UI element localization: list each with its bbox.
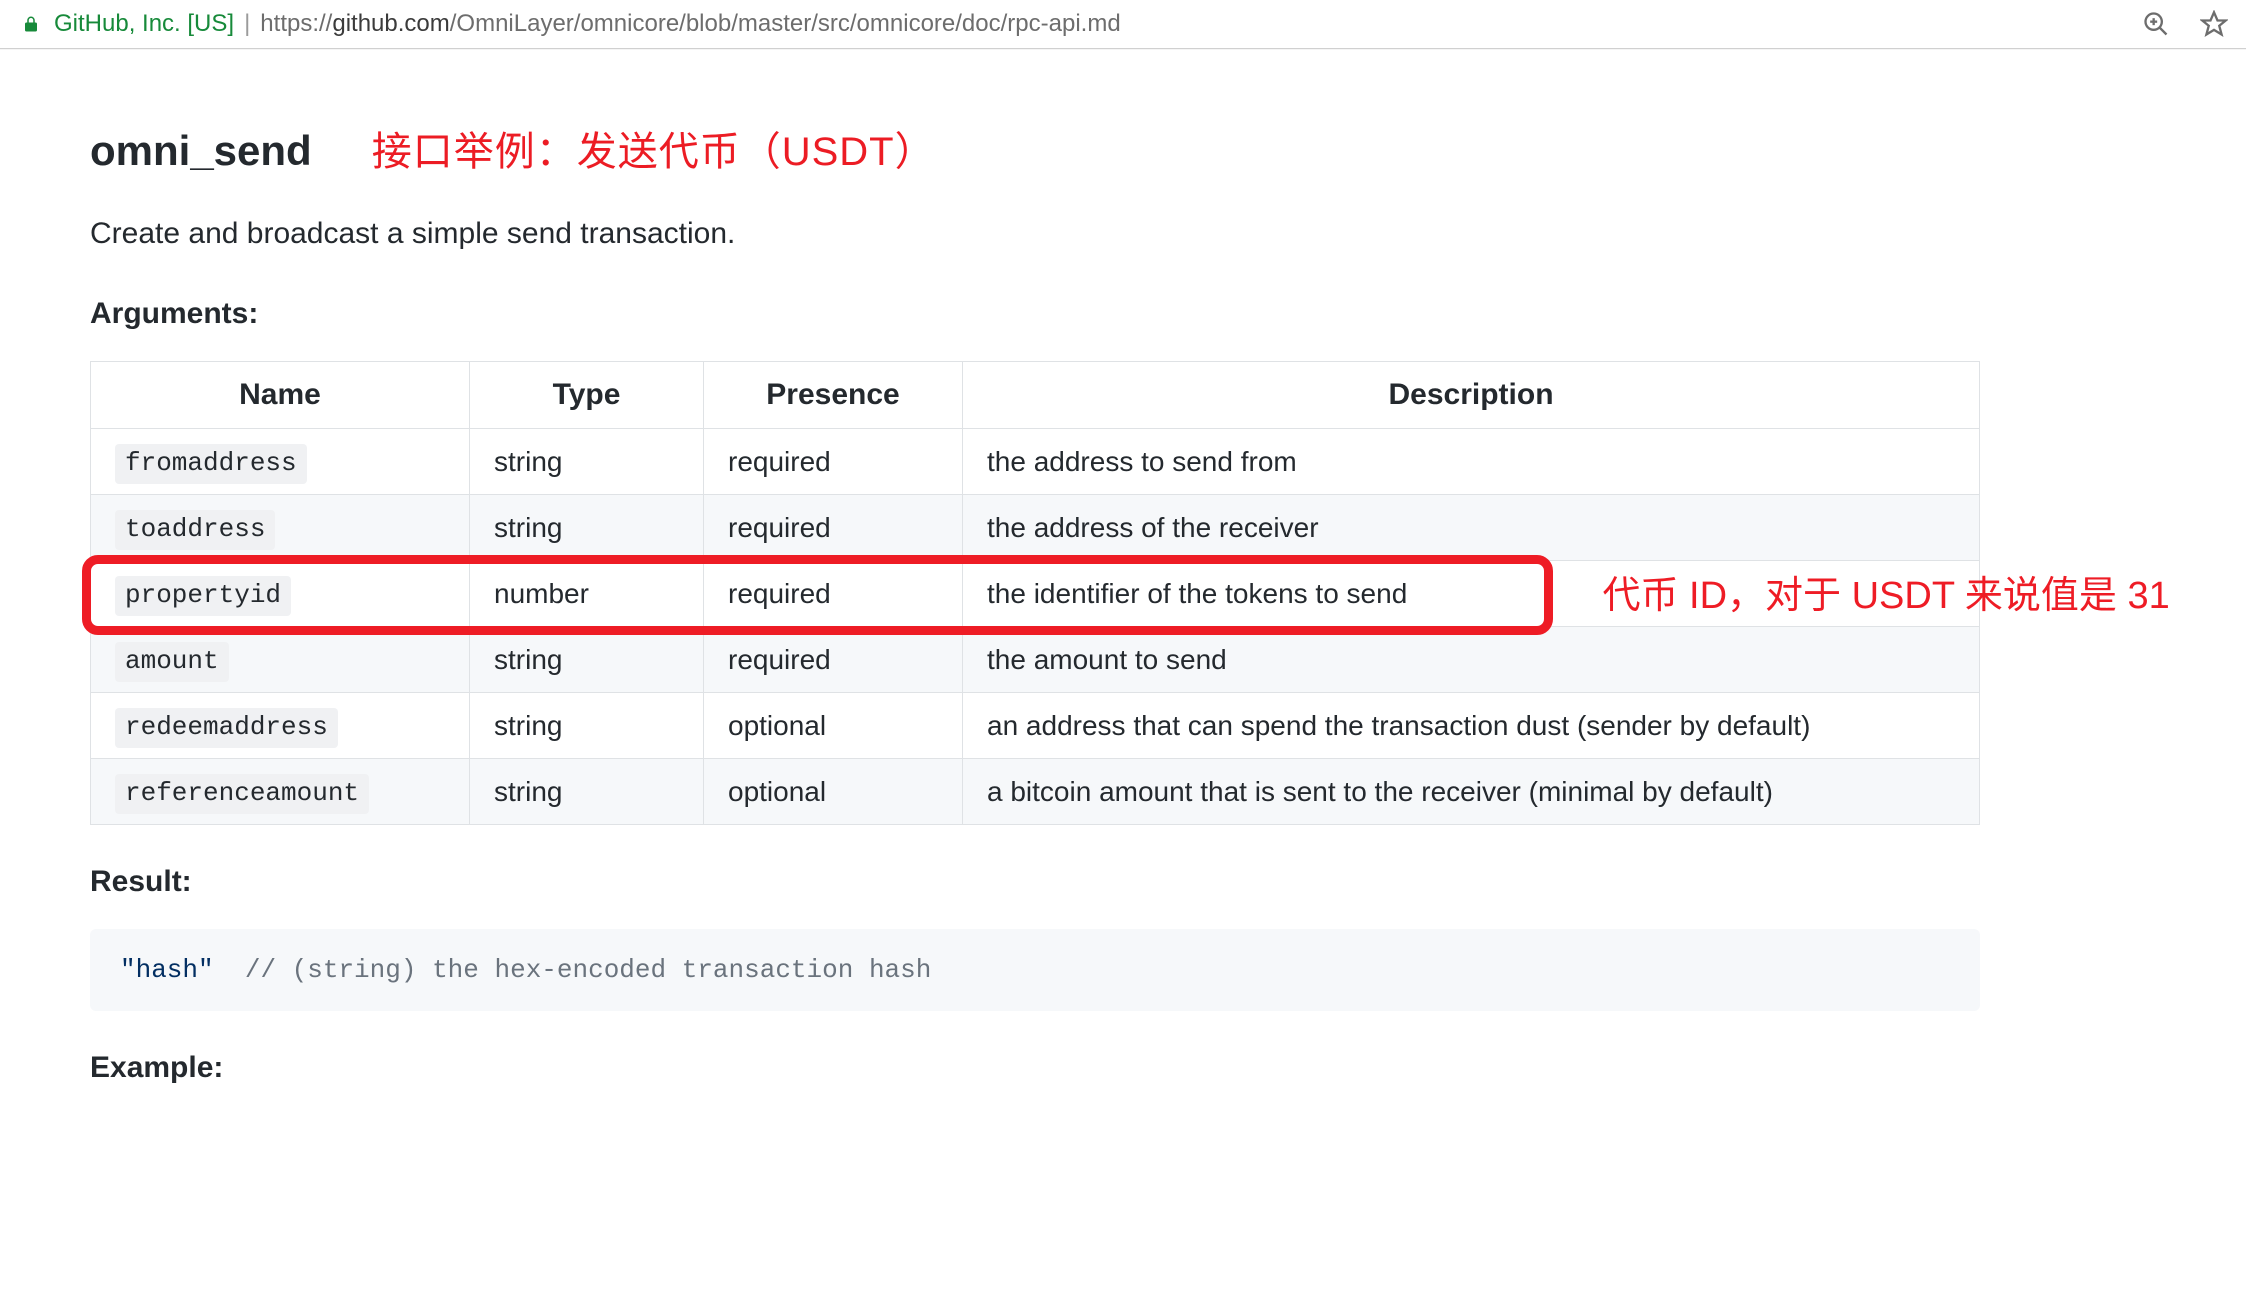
col-header-type: Type	[470, 362, 704, 429]
arg-type: string	[470, 627, 704, 693]
example-label: Example:	[90, 1051, 2156, 1085]
arg-presence: required	[704, 561, 963, 627]
page-url: https://github.com/OmniLayer/omnicore/bl…	[260, 10, 1120, 38]
table-header-row: Name Type Presence Description	[91, 362, 1980, 429]
api-description: Create and broadcast a simple send trans…	[90, 217, 2156, 251]
highlight-annotation: 代币 ID，对于 USDT 来说值是 31	[1603, 564, 2170, 619]
arg-name: fromaddress	[115, 444, 307, 484]
arg-type: string	[470, 693, 704, 759]
col-header-description: Description	[963, 362, 1980, 429]
arg-description: the address of the receiver	[963, 495, 1980, 561]
arg-description: an address that can spend the transactio…	[963, 693, 1980, 759]
arg-name: redeemaddress	[115, 708, 338, 748]
arg-presence: optional	[704, 693, 963, 759]
arg-type: number	[470, 561, 704, 627]
browser-address-bar[interactable]: GitHub, Inc. [US] | https://github.com/O…	[0, 0, 2246, 49]
arg-presence: required	[704, 429, 963, 495]
arg-name: propertyid	[115, 576, 291, 616]
result-comment: // (string) the hex-encoded transaction …	[245, 955, 932, 985]
heading-annotation: 接口举例：发送代币（USDT）	[372, 119, 936, 177]
arg-type: string	[470, 759, 704, 825]
col-header-presence: Presence	[704, 362, 963, 429]
result-label: Result:	[90, 865, 2156, 899]
arg-name: amount	[115, 642, 229, 682]
result-literal: "hash"	[120, 955, 214, 985]
bookmark-star-icon[interactable]	[2200, 10, 2228, 38]
secure-site-owner: GitHub, Inc. [US]	[54, 10, 234, 38]
arg-type: string	[470, 495, 704, 561]
table-row: referenceamount stringoptionala bitcoin a…	[91, 759, 1980, 825]
arg-description: the address to send from	[963, 429, 1980, 495]
table-row: fromaddress stringrequiredthe address to …	[91, 429, 1980, 495]
lock-icon	[22, 13, 40, 35]
address-separator: |	[234, 10, 260, 38]
result-block: "hash" // (string) the hex-encoded trans…	[90, 929, 1980, 1011]
arg-presence: required	[704, 627, 963, 693]
arg-type: string	[470, 429, 704, 495]
table-row: amount stringrequiredthe amount to send	[91, 627, 1980, 693]
table-row: toaddress stringrequiredthe address of th…	[91, 495, 1980, 561]
col-header-name: Name	[91, 362, 470, 429]
arg-presence: optional	[704, 759, 963, 825]
arg-name: toaddress	[115, 510, 275, 550]
arg-description: a bitcoin amount that is sent to the rec…	[963, 759, 1980, 825]
zoom-icon[interactable]	[2142, 10, 2170, 38]
url-host: github.com	[332, 10, 449, 37]
doc-content: omni_send 接口举例：发送代币（USDT） Create and bro…	[0, 49, 2246, 1175]
url-scheme: https://	[260, 10, 332, 37]
api-heading: omni_send	[90, 127, 312, 175]
arguments-label: Arguments:	[90, 297, 2156, 331]
url-path: /OmniLayer/omnicore/blob/master/src/omni…	[450, 10, 1121, 37]
table-row: redeemaddress stringoptionalan address th…	[91, 693, 1980, 759]
arg-presence: required	[704, 495, 963, 561]
arg-description: the amount to send	[963, 627, 1980, 693]
arg-name: referenceamount	[115, 774, 369, 814]
